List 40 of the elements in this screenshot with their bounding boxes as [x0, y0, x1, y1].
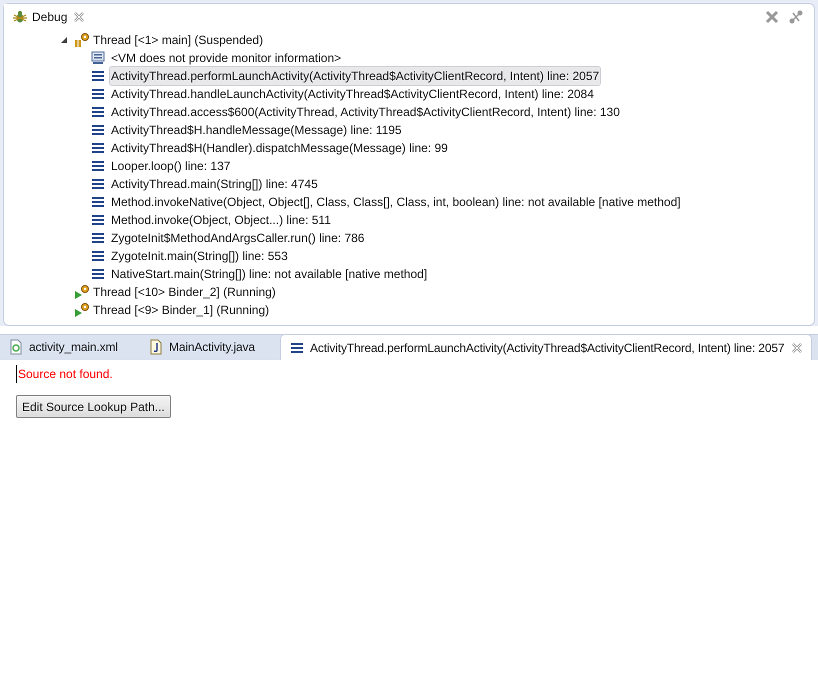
stack-frame-label[interactable]: ActivityThread$H.handleMessage(Message) line: 1195: [110, 121, 403, 139]
stack-frame-icon: [90, 230, 106, 246]
error-message: Source not found.: [16, 365, 113, 383]
stack-frame-icon: [90, 140, 106, 156]
stack-frame-label[interactable]: NativeStart.main(String[]) line: not available [native method]: [110, 265, 428, 283]
stack-frame-label[interactable]: Looper.loop() line: 137: [110, 157, 232, 175]
stack-frame-icon: [90, 158, 106, 174]
stack-frame-label[interactable]: Method.invokeNative(Object, Object[], Class, Class[], Class, int, boolean) line: not available [native method]: [110, 193, 682, 211]
stack-frame-label[interactable]: Method.invoke(Object, Object...) line: 511: [110, 211, 332, 229]
stack-frame-label[interactable]: ActivityThread$H(Handler).dispatchMessage(Message) line: 99: [110, 139, 449, 157]
stack-frame-icon: [90, 122, 106, 138]
stack-frame-label[interactable]: ActivityThread.performLaunchActivity(ActivityThread$ActivityClientRecord, Intent) line: 2057: [110, 67, 600, 85]
stack-frame-icon: [90, 248, 106, 264]
stack-frame-icon: [90, 266, 106, 282]
thread-label[interactable]: Thread [<10> Binder_2] (Running): [93, 283, 276, 301]
stack-frame-icon: [90, 86, 106, 102]
stack-frame-label[interactable]: ActivityThread.handleLaunchActivity(ActivityThread$ActivityClientRecord, Intent) line: 2084: [110, 85, 595, 103]
xml-file-icon: [8, 339, 24, 355]
view-title: Debug: [32, 9, 68, 26]
editor-tab[interactable]: activity_main.xml: [0, 334, 140, 360]
stack-frame-icon: [90, 212, 106, 228]
stack-frame-label[interactable]: ZygoteInit$MethodAndArgsCaller.run() line: 786: [110, 229, 366, 247]
thread-label[interactable]: Thread [<9> Binder_1] (Running): [93, 301, 270, 319]
stack-frame-label[interactable]: ActivityThread.access$600(ActivityThread, ActivityThread$ActivityClientRecord, Intent) line: 130: [110, 103, 621, 121]
stack-frame-icon: [90, 68, 106, 84]
editor-tab[interactable]: ActivityThread.performLaunchActivity(ActivityThread$ActivityClientRecord, Intent) line: 2057: [280, 334, 812, 360]
remove-terminated-icon[interactable]: [764, 9, 780, 25]
monitor-icon: [90, 50, 106, 66]
java-file-icon: [148, 339, 164, 355]
edit-source-lookup-path-button[interactable]: Edit Source Lookup Path...: [16, 395, 171, 418]
stack-frame-icon: [90, 176, 106, 192]
thread-label[interactable]: Thread [<1> main] (Suspended): [93, 31, 264, 49]
stack-frame-icon: [90, 194, 106, 210]
monitor-info-label[interactable]: <VM does not provide monitor information>: [110, 49, 342, 67]
stack-frame-label[interactable]: ActivityThread.main(String[]) line: 4745: [110, 175, 319, 193]
stack-frame-label[interactable]: ZygoteInit.main(String[]) line: 553: [110, 247, 289, 265]
disconnect-icon[interactable]: [788, 9, 804, 25]
bug-icon: [12, 9, 28, 25]
stack-frame-icon: [90, 104, 106, 120]
editor-tab[interactable]: MainActivity.java: [140, 334, 280, 360]
